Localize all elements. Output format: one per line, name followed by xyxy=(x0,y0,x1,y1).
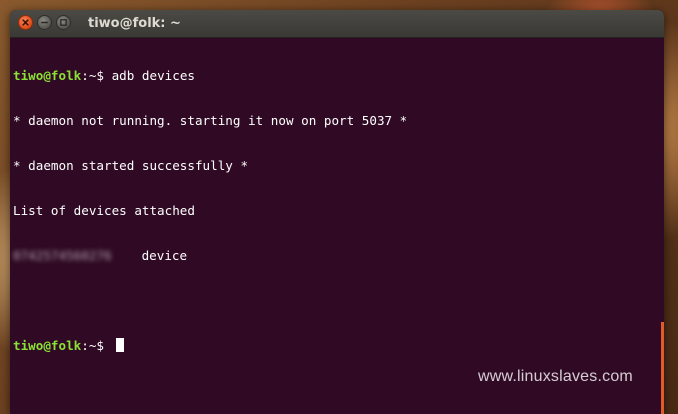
terminal-window[interactable]: tiwo@folk: ~ tiwo@folk:~$ adb devices * … xyxy=(10,10,664,414)
terminal-line: tiwo@folk:~$ xyxy=(13,338,664,353)
scrollbar[interactable] xyxy=(661,322,664,414)
prompt-path: :~$ xyxy=(81,338,112,353)
command-text: adb devices xyxy=(111,68,195,83)
minimize-button[interactable] xyxy=(37,15,52,30)
device-state: device xyxy=(141,248,188,263)
close-icon xyxy=(22,19,29,26)
prompt-user-host: tiwo@folk xyxy=(13,338,82,353)
maximize-icon xyxy=(60,19,67,26)
prompt-path: :~$ xyxy=(81,68,112,83)
text-cursor xyxy=(115,338,124,352)
minimize-icon xyxy=(41,21,48,24)
terminal-line: tiwo@folk:~$ adb devices xyxy=(13,68,664,83)
prompt-user-host: tiwo@folk xyxy=(13,68,82,83)
watermark: www.linuxslaves.com xyxy=(478,368,633,385)
terminal-line: 0742574560276 device xyxy=(13,248,664,263)
window-controls xyxy=(18,15,75,30)
window-title: tiwo@folk: ~ xyxy=(88,16,181,31)
terminal-line: * daemon not running. starting it now on… xyxy=(13,113,408,128)
close-button[interactable] xyxy=(18,15,33,30)
terminal-line: List of devices attached xyxy=(13,203,195,218)
terminal-line: * daemon started successfully * xyxy=(13,158,249,173)
device-serial: 0742574560276 xyxy=(13,248,112,263)
window-titlebar[interactable]: tiwo@folk: ~ xyxy=(10,10,664,38)
terminal-output[interactable]: tiwo@folk:~$ adb devices * daemon not ru… xyxy=(13,38,664,414)
maximize-button[interactable] xyxy=(56,15,71,30)
